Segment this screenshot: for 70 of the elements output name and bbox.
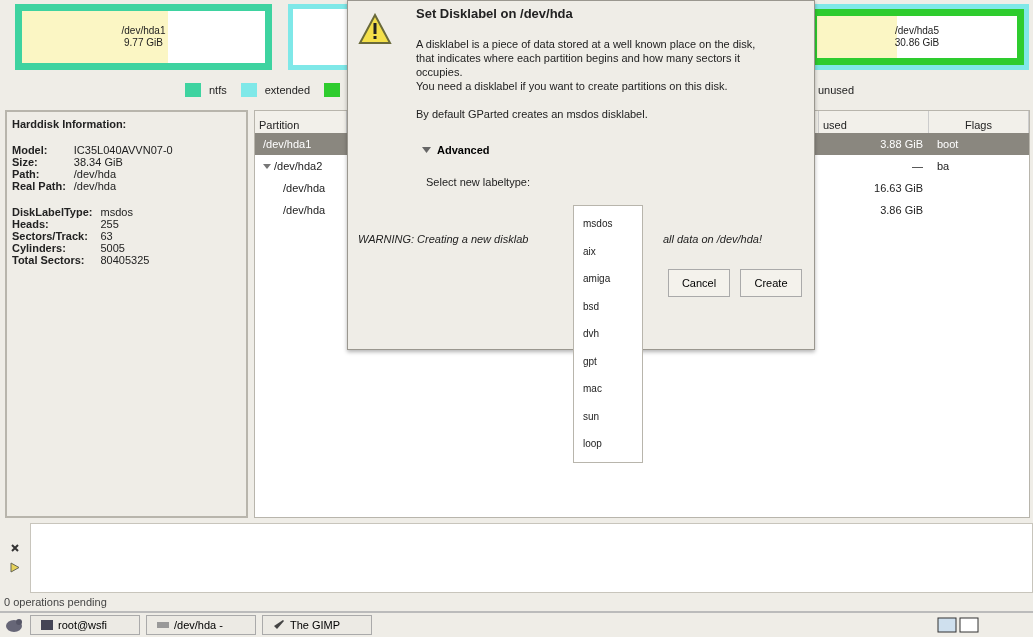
status-text: 0 operations pending (3, 595, 108, 610)
terminal-icon (41, 620, 53, 630)
taskbar-button[interactable]: root@wsfi (30, 615, 140, 635)
warning-text: all data on /dev/hda! (662, 233, 762, 245)
expander-icon[interactable] (263, 162, 271, 170)
workspace-icon[interactable] (937, 617, 957, 633)
taskbar-button[interactable]: The GIMP (262, 615, 372, 635)
table-cell: /dev/hda (283, 182, 326, 194)
info-value: IC35L040AVVN07-0 (73, 144, 174, 156)
column-header[interactable]: used (823, 119, 847, 131)
table-cell: /dev/hda1 (263, 138, 312, 150)
dialog-paragraph: By default GParted creates an msdos disklabel. (416, 107, 649, 121)
menu-item[interactable]: msdos (574, 210, 642, 238)
menu-item[interactable]: sun (574, 402, 642, 430)
info-label: Cylinders: (12, 242, 67, 254)
create-button[interactable]: Create (740, 269, 802, 297)
menu-item[interactable]: gpt (574, 347, 642, 375)
dialog-paragraph: A disklabel is a piece of data stored at a well known place on the disk, that indicates where each partition begins and how many sectors it occupies. (416, 37, 757, 79)
advanced-expander[interactable]: Advanced (422, 143, 490, 157)
partition-label: /dev/hda1 9.77 GiB (121, 25, 166, 49)
info-value: 38.34 GiB (73, 156, 124, 168)
play-icon[interactable] (10, 561, 20, 573)
info-label: Total Sectors: (12, 254, 86, 266)
column-header[interactable]: Partition (259, 119, 300, 131)
info-label: DiskLabelType: (12, 206, 93, 218)
info-label: Real Path: (12, 180, 66, 192)
menu-item[interactable]: mac (574, 375, 642, 403)
close-icon[interactable] (11, 543, 19, 552)
partition-block[interactable]: /dev/hda1 9.77 GiB (15, 4, 272, 70)
info-value: /dev/hda (73, 168, 117, 180)
partition-label: /dev/hda5 30.86 GiB (894, 25, 940, 49)
labeltype-label: Select new labeltype: (426, 175, 531, 189)
warning-icon (358, 13, 392, 45)
menu-item[interactable]: amiga (574, 265, 642, 293)
workspace-icon[interactable] (959, 617, 979, 633)
info-label: Path: (12, 168, 41, 180)
start-icon[interactable] (4, 616, 24, 634)
warning-text: WARNING: Creating a new disklab (358, 233, 529, 245)
info-label: Model: (12, 144, 49, 156)
table-cell: 16.63 GiB (874, 182, 923, 194)
info-label: Sectors/Track: (12, 230, 89, 242)
legend-label: extended (264, 84, 310, 96)
table-cell: 3.88 GiB (880, 138, 923, 150)
legend-label: unused (818, 84, 855, 96)
menu-item[interactable]: aix (574, 237, 642, 265)
table-cell: boot (937, 138, 959, 150)
info-value: 63 (100, 230, 114, 242)
info-title: Harddisk Information: (12, 118, 128, 130)
table-cell: 3.86 GiB (880, 204, 923, 216)
info-value: 80405325 (100, 254, 151, 266)
table-cell: /dev/hda2 (274, 160, 323, 172)
info-value: 5005 (100, 242, 126, 254)
info-value: msdos (100, 206, 134, 218)
taskbar-button[interactable]: /dev/hda - (146, 615, 256, 635)
menu-item[interactable]: loop (574, 430, 642, 458)
info-value: 255 (100, 218, 120, 230)
dialog-paragraph: You need a disklabel if you want to create partitions on this disk. (416, 79, 729, 93)
table-cell: — (912, 160, 923, 172)
info-value: /dev/hda (73, 180, 117, 192)
menu-item[interactable]: dvh (574, 320, 642, 348)
info-label: Size: (12, 156, 39, 168)
brush-icon (273, 620, 285, 630)
table-cell: ba (937, 160, 950, 172)
dialog-title: Set Disklabel on /dev/hda (416, 7, 574, 21)
info-label: Heads: (12, 218, 50, 230)
cancel-button[interactable]: Cancel (668, 269, 730, 297)
menu-item[interactable]: bsd (574, 292, 642, 320)
legend-label: ntfs (209, 84, 227, 96)
table-cell: /dev/hda (283, 204, 326, 216)
column-header[interactable]: Flags (965, 119, 992, 131)
